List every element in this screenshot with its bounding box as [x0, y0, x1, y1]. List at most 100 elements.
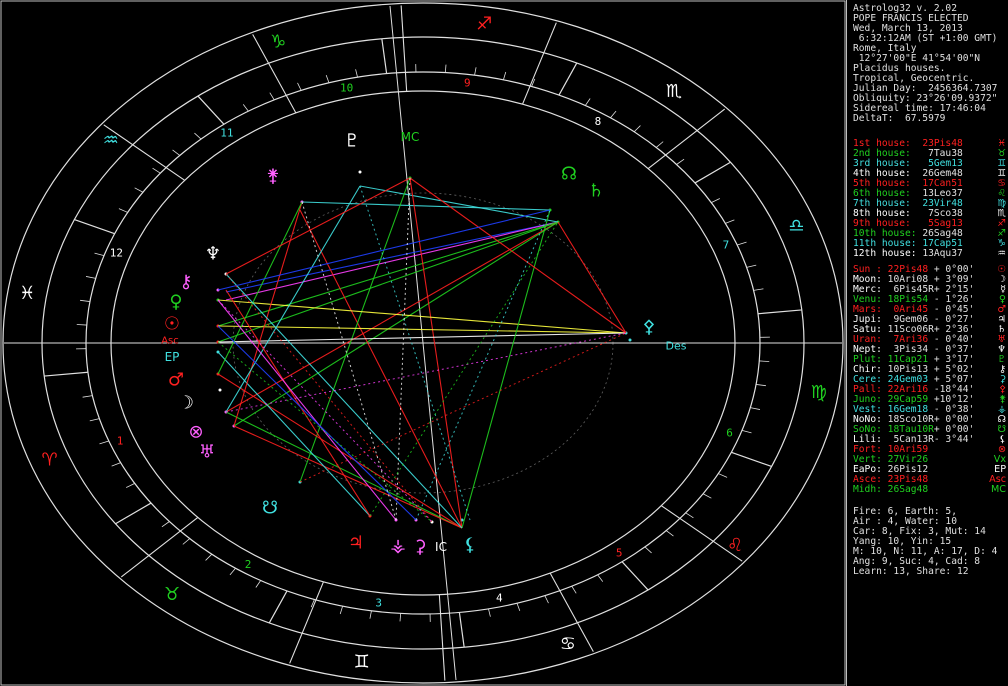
house-number: 1: [117, 434, 124, 447]
sign-tick: [297, 82, 302, 91]
aspect-line: [217, 209, 551, 291]
aspect-line: [359, 185, 559, 223]
aspect-line: [301, 201, 551, 211]
planet-row: Midh: 26Sag48 MC: [853, 485, 1008, 495]
sign-tick: [585, 98, 591, 106]
aspect-line: [461, 209, 551, 529]
planet-marker-icon: ♄: [588, 181, 604, 202]
house-number: 9: [464, 76, 471, 89]
sign-tick: [676, 158, 685, 165]
sign-tick: [82, 395, 93, 398]
sign-tick: [85, 276, 96, 279]
planet-name: Midh:: [853, 484, 882, 495]
sign-tick: [702, 493, 712, 499]
sign-tick: [571, 585, 577, 594]
planet-marker-icon: EP: [165, 350, 180, 364]
planet-marker-icon: Des: [666, 340, 687, 353]
sign-tick: [152, 167, 161, 174]
sign-tick: [80, 299, 91, 302]
house-number: 8: [595, 115, 602, 128]
summary-row: Learn: 13, Share: 12: [853, 567, 1008, 577]
zodiac-sign-icon: ♒: [103, 130, 119, 151]
zodiac-sign-icon: ♋: [560, 634, 576, 655]
planet-marker-icon: ☉: [164, 314, 180, 335]
sign-tick: [115, 502, 152, 525]
sign-tick: [182, 538, 191, 545]
house-label: 12th house:: [853, 248, 917, 259]
sign-tick: [665, 530, 674, 537]
sign-tick: [242, 104, 249, 112]
sign-tick: [134, 187, 144, 193]
sign-tick: [558, 62, 578, 96]
house-cusp-line: [120, 516, 199, 578]
sign-tick: [197, 95, 225, 125]
house-cusp-row: 12th house: 13Aqu37 ♒: [853, 249, 1008, 259]
planet-marker-icon: ♃: [348, 533, 364, 554]
sign-tick: [746, 264, 757, 268]
summary-text: Learn: 13, Share: 12: [853, 566, 969, 577]
planet-marker-icon: ⊗: [188, 422, 203, 443]
chart-wheel: ♈ ♉ ♊ ♋ ♌ ♍ ♎ ♏ ♐ ♑ ♒ ♓ 1 2 3 4 5 6 7 8 9 10 11 12 ♆ ⚷ ♀ ☉ Asc EP ♂ ☽ ⊗ ♅…: [0, 0, 846, 686]
sign-tick: [89, 418, 100, 422]
aspect-line: [225, 221, 559, 293]
delta-t: DeltaT: 67.5979: [853, 113, 946, 124]
sign-tick: [597, 574, 604, 582]
planet-dot: [628, 338, 632, 342]
planet-offset: - 3°44': [933, 434, 975, 445]
sign-tick: [444, 64, 447, 73]
sign-tick: [355, 69, 358, 78]
house-number: 6: [726, 427, 733, 440]
sign-tick: [99, 440, 109, 445]
sign-tick: [339, 606, 343, 615]
sign-tick: [731, 451, 772, 468]
sign-tick: [655, 141, 664, 148]
zodiac-sign-icon: ♈: [42, 449, 58, 470]
minor-aspect-line: [395, 177, 411, 521]
row-glyph-icon: ♒: [997, 248, 1006, 259]
aspect-line: [557, 221, 627, 334]
house-number: 4: [496, 592, 503, 605]
planet-marker-icon: ♀: [169, 292, 182, 313]
planet-marker-icon: ⚵: [266, 166, 279, 187]
sign-tick: [741, 429, 752, 434]
sign-tick: [737, 241, 747, 246]
house-cusp-line: [400, 5, 408, 92]
row-glyph-icon: MC: [991, 484, 1006, 495]
planet-marker-icon: IC: [435, 540, 447, 554]
sign-tick: [711, 198, 720, 203]
minor-aspect-line: [299, 332, 627, 483]
planet-marker-icon: ♆: [205, 244, 221, 265]
aspect-line: [225, 221, 559, 413]
sign-tick: [544, 595, 549, 604]
zodiac-sign-icon: ♏: [666, 81, 682, 102]
sign-tick: [172, 149, 181, 156]
sign-tick: [458, 612, 465, 648]
house-position: 13Aqu37: [922, 248, 963, 259]
sign-tick: [399, 613, 402, 622]
sign-tick: [725, 219, 735, 224]
aspect-line: [225, 289, 371, 517]
house-number: 5: [616, 546, 623, 559]
zodiac-sign-icon: ♌: [727, 535, 743, 556]
minor-aspect-line: [415, 209, 551, 521]
minor-aspect-line: [359, 185, 471, 521]
aspect-line: [217, 299, 397, 521]
sign-tick: [718, 473, 728, 478]
sign-tick: [759, 360, 770, 362]
house-number: 10: [340, 81, 353, 94]
planet-dot: [218, 388, 222, 392]
sign-tick: [369, 610, 372, 619]
sign-tick: [621, 561, 649, 591]
minor-aspect-line: [369, 221, 559, 517]
house-number: 12: [110, 246, 123, 259]
zodiac-sign-icon: ♊: [354, 652, 370, 673]
sign-tick: [325, 74, 330, 83]
aspect-line: [225, 177, 411, 275]
planet-marker-icon: ⚳: [413, 537, 426, 558]
sign-tick: [76, 324, 87, 326]
sign-tick: [644, 546, 652, 554]
planet-marker-icon: ♂: [168, 370, 184, 391]
sign-tick: [755, 384, 766, 387]
planet-marker-icon: ⚸: [463, 535, 476, 556]
planet-marker-icon: ♅: [199, 442, 215, 463]
